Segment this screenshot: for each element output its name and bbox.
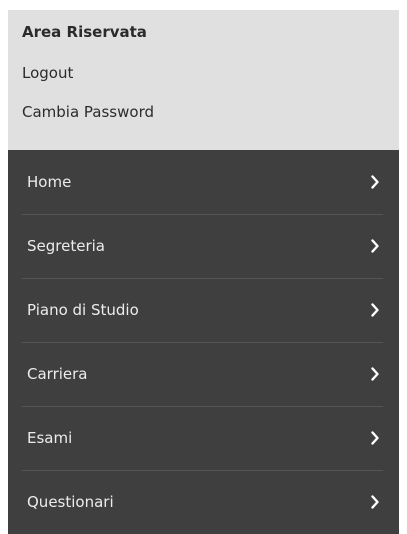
nav-item-segreteria[interactable]: Segreteria xyxy=(8,214,399,278)
nav-divider xyxy=(22,406,383,407)
reserved-area-title: Area Riservata xyxy=(22,23,147,41)
nav-item-label: Piano di Studio xyxy=(27,301,139,319)
nav-item-questionari[interactable]: Questionari xyxy=(8,470,399,534)
reserved-area-section: Area Riservata Logout Cambia Password xyxy=(8,10,399,150)
chevron-right-icon xyxy=(371,431,379,445)
nav-item-label: Esami xyxy=(27,429,73,447)
logout-link[interactable]: Logout xyxy=(22,63,385,83)
nav-item-label: Home xyxy=(27,173,72,191)
nav-item-label: Segreteria xyxy=(27,237,105,255)
nav-item-label: Carriera xyxy=(27,365,88,383)
chevron-right-icon xyxy=(371,367,379,381)
nav-item-home[interactable]: Home xyxy=(8,150,399,214)
nav-item-carriera[interactable]: Carriera xyxy=(8,342,399,406)
main-navigation: Home Segreteria Piano di Studio Carriera… xyxy=(8,150,399,534)
chevron-right-icon xyxy=(371,495,379,509)
chevron-right-icon xyxy=(371,175,379,189)
nav-item-label: Questionari xyxy=(27,493,114,511)
side-menu-panel: Area Riservata Logout Cambia Password Ho… xyxy=(8,10,399,534)
chevron-right-icon xyxy=(371,303,379,317)
change-password-link[interactable]: Cambia Password xyxy=(22,102,385,122)
nav-item-esami[interactable]: Esami xyxy=(8,406,399,470)
chevron-right-icon xyxy=(371,239,379,253)
nav-item-piano-di-studio[interactable]: Piano di Studio xyxy=(8,278,399,342)
